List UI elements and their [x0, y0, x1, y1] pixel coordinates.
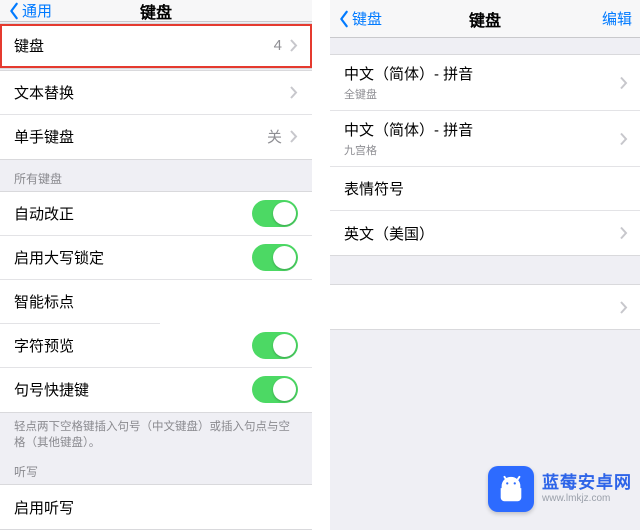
keyboard-item-sublabel: 全键盘 — [344, 86, 377, 102]
section-header-dictation: 听写 — [0, 453, 312, 484]
back-label: 通用 — [22, 0, 52, 21]
watermark-logo-icon — [488, 466, 534, 512]
back-label: 键盘 — [352, 8, 382, 29]
navbar-title: 键盘 — [469, 7, 501, 31]
row-one-handed-label: 单手键盘 — [14, 126, 74, 147]
row-caps-lock[interactable]: 启用大写锁定 — [0, 236, 312, 280]
row-autocorrect[interactable]: 自动改正 — [0, 192, 312, 236]
row-character-preview[interactable]: 字符预览 — [0, 324, 312, 368]
navbar-right: 键盘 键盘 编辑 — [330, 0, 640, 38]
row-period-shortcut-label: 句号快捷键 — [14, 379, 89, 400]
row-text-replacement[interactable]: 文本替换 — [0, 71, 312, 115]
watermark-name: 蓝莓安卓网 — [542, 474, 632, 493]
edit-button[interactable]: 编辑 — [602, 8, 632, 29]
section-header-all-keyboards: 所有键盘 — [0, 160, 312, 191]
chevron-right-icon — [620, 301, 628, 314]
keyboard-item-label: 中文（简体）- 拼音 — [344, 63, 473, 84]
settings-pane-keyboard: 通用 键盘 键盘 4 文本替换 单手键盘 关 所有 — [0, 0, 312, 530]
chevron-left-icon — [8, 2, 20, 20]
chevron-right-icon — [290, 130, 298, 143]
row-smart-punctuation-label: 智能标点 — [14, 291, 74, 312]
settings-pane-keyboard-list: 键盘 键盘 编辑 中文（简体）- 拼音 全键盘 中文（简体）- 拼音 九宫格 表… — [330, 0, 640, 530]
row-enable-dictation-label: 启用听写 — [14, 497, 74, 518]
row-keyboards-label: 键盘 — [14, 35, 44, 56]
keyboard-item-label: 英文（美国） — [344, 223, 434, 244]
keyboard-item-label: 表情符号 — [344, 178, 404, 199]
toggle-autocorrect[interactable] — [252, 200, 298, 227]
toggle-caps-lock[interactable] — [252, 244, 298, 271]
row-keyboards[interactable]: 键盘 4 — [0, 24, 312, 68]
chevron-right-icon — [620, 132, 628, 145]
chevron-left-icon — [338, 10, 350, 28]
navbar-title: 键盘 — [140, 0, 172, 23]
keyboard-item-pinyin-9grid[interactable]: 中文（简体）- 拼音 九宫格 — [330, 111, 640, 167]
keyboard-item-pinyin-full[interactable]: 中文（简体）- 拼音 全键盘 — [330, 55, 640, 111]
keyboard-item-sublabel: 九宫格 — [344, 142, 377, 158]
row-autocorrect-label: 自动改正 — [14, 203, 74, 224]
keyboard-item-english-us[interactable]: 英文（美国） — [330, 211, 640, 255]
row-caps-lock-label: 启用大写锁定 — [14, 247, 104, 268]
back-button-general[interactable]: 通用 — [8, 0, 52, 21]
row-keyboards-value: 4 — [274, 37, 282, 54]
chevron-right-icon — [290, 39, 298, 52]
row-enable-dictation[interactable]: 启用听写 — [0, 485, 312, 529]
toggle-character-preview[interactable] — [252, 332, 298, 359]
chevron-right-icon — [620, 76, 628, 89]
row-character-preview-label: 字符预览 — [14, 335, 74, 356]
row-one-handed-keyboard[interactable]: 单手键盘 关 — [0, 115, 312, 159]
row-one-handed-value: 关 — [267, 126, 282, 147]
navbar-left: 通用 键盘 — [0, 0, 312, 22]
footnote-period-shortcut: 轻点两下空格键插入句号（中文键盘）或插入句点与空格（其他键盘）。 — [0, 413, 312, 453]
row-period-shortcut[interactable]: 句号快捷键 — [0, 368, 312, 412]
watermark-url: www.lmkjz.com — [542, 493, 632, 504]
row-text-replacement-label: 文本替换 — [14, 82, 74, 103]
toggle-period-shortcut[interactable] — [252, 376, 298, 403]
watermark: 蓝莓安卓网 www.lmkjz.com — [488, 466, 632, 512]
chevron-right-icon — [620, 227, 628, 240]
keyboard-item-emoji[interactable]: 表情符号 — [330, 167, 640, 211]
keyboard-item-label: 中文（简体）- 拼音 — [344, 119, 473, 140]
chevron-right-icon — [290, 86, 298, 99]
back-button-keyboard[interactable]: 键盘 — [338, 8, 382, 29]
